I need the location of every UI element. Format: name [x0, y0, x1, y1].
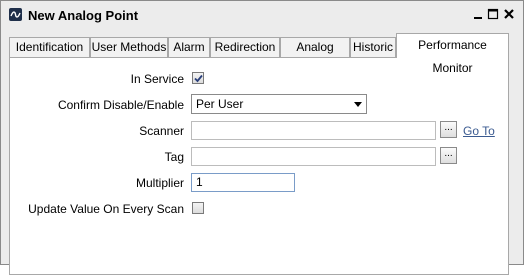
confirm-disable-enable-label: Confirm Disable/Enable — [57, 98, 184, 112]
tab-identification[interactable]: Identification — [9, 37, 90, 57]
dropdown-value: Per User — [196, 97, 244, 111]
scanner-label: Scanner — [139, 124, 184, 138]
dialog-window: New Analog Point Identification User Met… — [0, 0, 524, 275]
title-bar[interactable]: New Analog Point — [1, 1, 523, 31]
tag-label: Tag — [164, 150, 184, 164]
in-service-label: In Service — [130, 72, 184, 86]
maximize-icon[interactable] — [486, 7, 500, 21]
tab-alarm[interactable]: Alarm — [168, 37, 210, 57]
in-service-checkbox[interactable] — [192, 72, 204, 84]
tab-control: Identification User Methods Alarm Redire… — [9, 33, 511, 275]
confirm-disable-enable-dropdown[interactable]: Per User — [191, 94, 367, 114]
tab-analog-point[interactable]: Analog Point — [280, 37, 350, 73]
scanner-browse-button[interactable]: ... — [440, 121, 457, 138]
tab-user-methods[interactable]: User Methods — [90, 37, 168, 57]
update-every-scan-checkbox[interactable] — [192, 202, 204, 214]
tag-browse-button[interactable]: ... — [440, 147, 457, 164]
close-icon[interactable] — [502, 7, 516, 21]
scanner-input[interactable] — [191, 121, 436, 140]
tab-redirection[interactable]: Redirection — [210, 37, 280, 57]
multiplier-input[interactable]: 1 — [191, 173, 295, 192]
update-every-scan-label: Update Value On Every Scan — [28, 202, 184, 216]
app-icon — [9, 8, 22, 21]
chevron-down-icon — [354, 102, 362, 107]
window-title: New Analog Point — [28, 8, 139, 23]
minimize-icon[interactable] — [471, 7, 485, 21]
performance-monitor-panel: In Service Confirm Disable/Enable Per Us… — [9, 57, 509, 275]
tab-performance-monitor[interactable]: Performance Monitor — [396, 33, 509, 75]
goto-link[interactable]: Go To — [463, 124, 495, 138]
multiplier-label: Multiplier — [135, 176, 184, 190]
tab-historic[interactable]: Historic — [350, 37, 396, 57]
tag-input[interactable] — [191, 147, 436, 166]
